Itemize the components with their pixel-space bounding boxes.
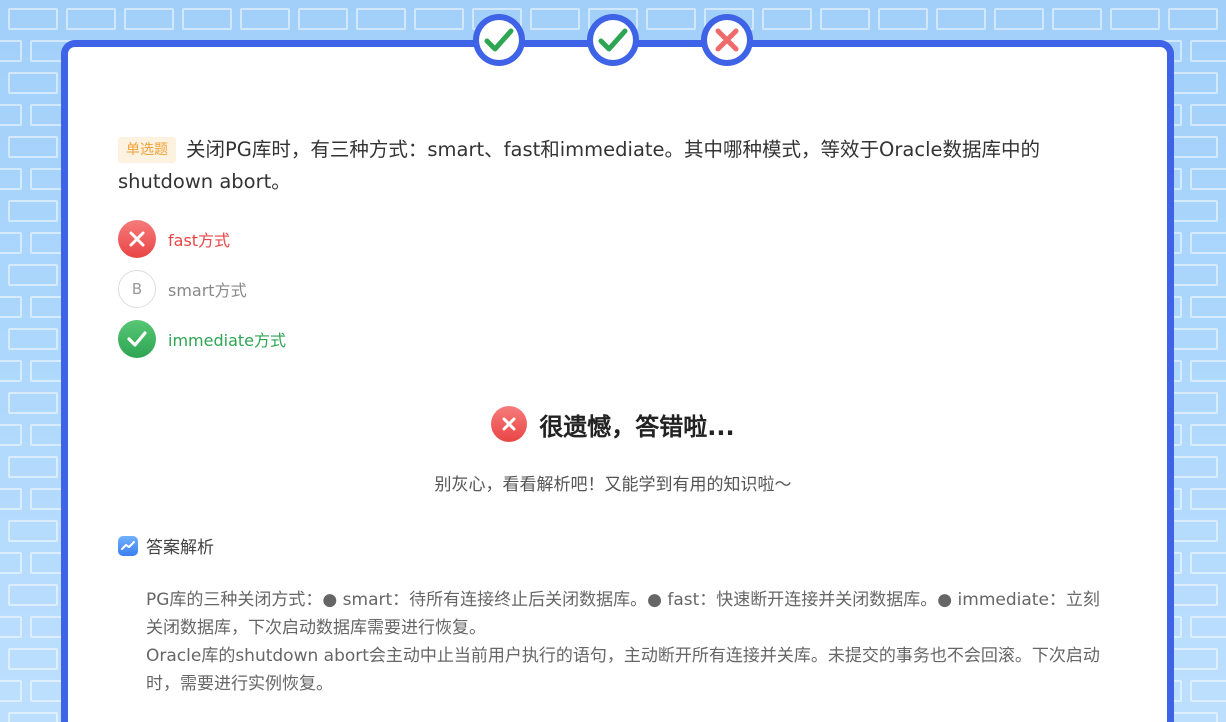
option-b-label: smart方式 [168,281,247,300]
brick [1168,712,1218,722]
analysis-heading: 答案解析 [118,533,214,558]
cross-icon [118,220,156,258]
brick [1168,584,1218,606]
brick [8,648,58,670]
brick [8,136,58,158]
brick [1168,648,1218,670]
analysis-paragraph-1: PG库的三种关闭方式：● smart：待所有连接终止后关闭数据库。● fast：… [146,590,1100,638]
brick [1190,552,1226,574]
brick [8,584,58,606]
brick [8,200,58,222]
analysis-body: PG库的三种关闭方式：● smart：待所有连接终止后关闭数据库。● fast：… [146,586,1116,698]
brick [1168,520,1218,542]
brick [1168,136,1218,158]
option-a-label: fast方式 [168,231,231,250]
check-icon [484,28,514,52]
question-type-tag: 单选题 [118,137,176,163]
brick [1168,264,1218,286]
result-subtitle: 别灰心，看看解析吧！又能学到有用的知识啦～ [434,475,792,495]
option-c-label: immediate方式 [168,331,286,350]
progress-step-2 [587,14,639,66]
cross-icon [715,28,739,52]
result-banner: 很遗憾，答错啦... [0,406,1226,442]
brick [0,168,22,190]
brick [8,520,58,542]
progress-step-3 [701,14,753,66]
brick [8,264,58,286]
brick [0,104,22,126]
brick [8,72,58,94]
options-list: fast方式 B smart方式 immediate方式 [118,220,286,370]
question-text: 关闭PG库时，有三种方式：smart、fast和immediate。其中哪种模式… [118,138,1041,193]
brick [1190,232,1226,254]
brick [1168,72,1218,94]
brick [1190,104,1226,126]
analysis-heading-text: 答案解析 [146,538,214,558]
brick [0,232,22,254]
brick [0,616,22,638]
progress-step-1 [473,14,525,66]
check-icon [118,320,156,358]
wrong-result-icon [491,406,528,442]
brick [1168,200,1218,222]
option-b[interactable]: B smart方式 [118,270,286,308]
brick [1168,328,1218,350]
analysis-paragraph-2: Oracle库的shutdown abort会主动中止当前用户执行的语句，主动断… [146,646,1100,694]
result-title: 很遗憾，答错啦... [539,412,735,441]
check-icon [598,28,628,52]
brick [1190,360,1226,382]
brick [1190,168,1226,190]
brick [1190,616,1226,638]
brick [0,296,22,318]
brick [0,360,22,382]
question: 单选题 关闭PG库时，有三种方式：smart、fast和immediate。其中哪… [118,134,1118,198]
brick [0,680,22,702]
progress-indicator [0,14,1226,70]
option-a[interactable]: fast方式 [118,220,286,258]
brick [0,552,22,574]
option-b-letter: B [118,270,156,308]
brick [8,712,58,722]
trend-chart-icon [118,535,138,556]
brick [1190,680,1226,702]
brick [8,328,58,350]
brick [1190,296,1226,318]
option-c[interactable]: immediate方式 [118,320,286,358]
